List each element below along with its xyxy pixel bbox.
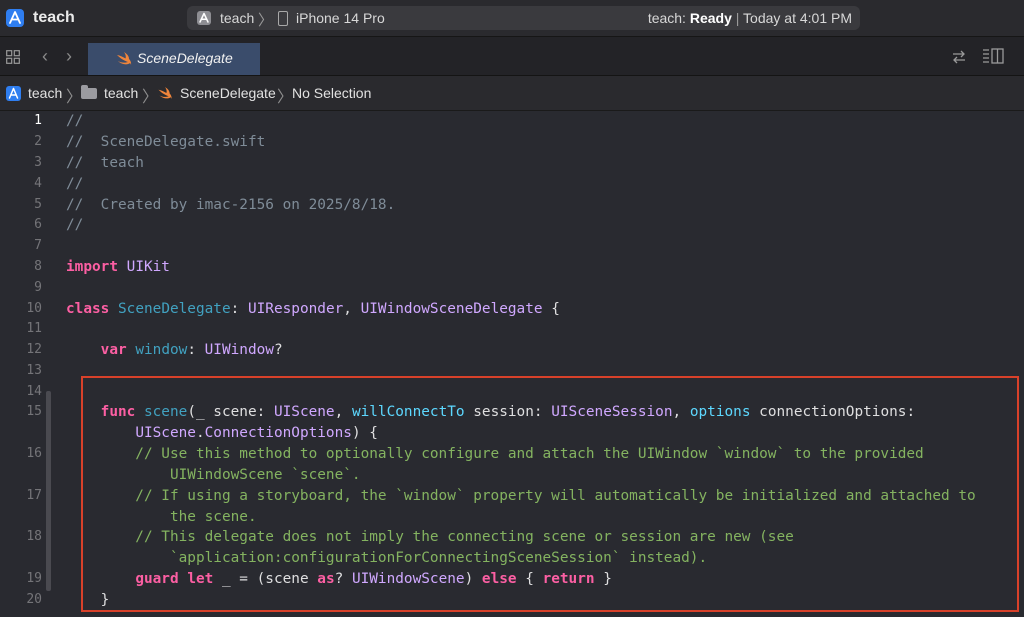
editor-options-icon[interactable] (982, 48, 1004, 64)
line-number: 14 (26, 384, 42, 399)
code-text[interactable]: UIWindowScene `scene`. (66, 465, 361, 485)
code-line[interactable]: 3 // teach (0, 153, 1024, 173)
split-swap-icon[interactable] (951, 50, 967, 64)
code-text[interactable]: import UIKit (66, 257, 170, 277)
code-line[interactable]: 5 // Created by imac-2156 on 2025/8/18. (0, 195, 1024, 215)
jump-bar-file[interactable]: SceneDelegate (180, 85, 276, 101)
code-line[interactable]: 11 (0, 319, 1024, 339)
code-text[interactable]: } (66, 590, 110, 610)
status-project: teach: (647, 10, 690, 26)
chevron-right-icon: 〉 (277, 89, 294, 106)
folder-icon (81, 85, 97, 99)
jump-bar-project[interactable]: teach (28, 85, 62, 101)
line-number: 15 (26, 404, 42, 419)
tab-label: SceneDelegate (137, 50, 233, 66)
source-editor[interactable]: 1 // 2 // SceneDelegate.swift 3 // teach 4 // 5 /… (0, 111, 1024, 617)
status-time: Today at 4:01 PM (743, 10, 852, 26)
code-line[interactable]: 19 guard let _ = (scene as? UIWindowScen… (0, 569, 1024, 589)
line-number: 6 (34, 217, 42, 232)
navigate-forward-button[interactable]: › (66, 46, 72, 67)
swift-file-icon (117, 52, 132, 65)
code-text[interactable]: UIScene.ConnectionOptions) { (66, 423, 378, 443)
line-number: 10 (26, 301, 42, 316)
code-line[interactable]: 8 import UIKit (0, 257, 1024, 277)
line-number: 7 (34, 238, 42, 253)
activity-status: teach: Ready | Today at 4:01 PM (648, 10, 852, 26)
line-number: 12 (26, 342, 42, 357)
code-line[interactable]: the scene. (0, 507, 1024, 527)
line-number: 13 (26, 363, 42, 378)
code-line[interactable]: UIWindowScene `scene`. (0, 465, 1024, 485)
line-number: 18 (26, 529, 42, 544)
code-text[interactable]: func scene(_ scene: UIScene, willConnect… (66, 402, 915, 422)
line-number: 20 (26, 592, 42, 607)
code-line[interactable]: 20 } (0, 590, 1024, 610)
run-destination[interactable]: iPhone 14 Pro (296, 10, 385, 26)
scheme-selector[interactable]: teach 〉 iPhone 14 Pro teach: Ready | Tod… (187, 6, 860, 30)
related-items-grid-icon[interactable] (6, 50, 20, 64)
code-text[interactable]: // teach (66, 153, 144, 173)
code-line[interactable]: 17 // If using a storyboard, the `window… (0, 486, 1024, 506)
code-text[interactable]: // Use this method to optionally configu… (66, 444, 923, 464)
editor-tab-bar: ‹ › SceneDelegate (0, 37, 1024, 76)
window-titlebar: teach teach 〉 iPhone 14 Pro teach: Ready… (0, 0, 1024, 37)
navigate-back-button[interactable]: ‹ (42, 46, 48, 67)
code-line[interactable]: 2 // SceneDelegate.swift (0, 132, 1024, 152)
line-number: 3 (34, 155, 42, 170)
code-line[interactable]: UIScene.ConnectionOptions) { (0, 423, 1024, 443)
code-line[interactable]: 13 (0, 361, 1024, 381)
code-text[interactable]: // This delegate does not imply the conn… (66, 527, 793, 547)
line-number: 1 (34, 113, 42, 128)
code-text[interactable]: var window: UIWindow? (66, 340, 283, 360)
code-text[interactable]: `application:configurationForConnectingS… (66, 548, 707, 568)
code-line[interactable]: 10 class SceneDelegate: UIResponder, UIWi… (0, 299, 1024, 319)
status-divider: | (731, 10, 744, 26)
jump-bar-symbol[interactable]: No Selection (292, 85, 371, 101)
code-line[interactable]: 9 (0, 278, 1024, 298)
code-text[interactable]: // SceneDelegate.swift (66, 132, 265, 152)
code-line[interactable]: 6 // (0, 215, 1024, 235)
line-number: 19 (26, 571, 42, 586)
line-number: 9 (34, 280, 42, 295)
code-text[interactable]: class SceneDelegate: UIResponder, UIWind… (66, 299, 560, 319)
line-number: 16 (26, 446, 42, 461)
code-text[interactable]: // If using a storyboard, the `window` p… (66, 486, 975, 506)
tab-scenedelegate[interactable]: SceneDelegate (88, 43, 260, 75)
code-text[interactable]: guard let _ = (scene as? UIWindowScene) … (66, 569, 612, 589)
line-number: 17 (26, 488, 42, 503)
code-line[interactable]: 12 var window: UIWindow? (0, 340, 1024, 360)
code-line[interactable]: 14 (0, 382, 1024, 402)
jump-bar: teach 〉 teach 〉 SceneDelegate 〉 No Selec… (0, 76, 1024, 111)
chevron-right-icon: 〉 (258, 12, 274, 29)
code-line[interactable]: `application:configurationForConnectingS… (0, 548, 1024, 568)
chevron-right-icon: 〉 (66, 89, 83, 106)
code-text[interactable]: // Created by imac-2156 on 2025/8/18. (66, 195, 395, 215)
code-line[interactable]: 18 // This delegate does not imply the c… (0, 527, 1024, 547)
jump-bar-group[interactable]: teach (104, 85, 138, 101)
line-number: 4 (34, 176, 42, 191)
code-text[interactable]: // (66, 215, 83, 235)
code-text[interactable]: // (66, 111, 83, 131)
scheme-name[interactable]: teach (220, 10, 254, 26)
code-line[interactable]: 15 func scene(_ scene: UIScene, willConn… (0, 402, 1024, 422)
swift-file-icon (158, 87, 172, 100)
window-title: teach (33, 9, 75, 26)
chevron-right-icon: 〉 (142, 89, 159, 106)
scheme-app-icon (197, 11, 211, 25)
line-number: 5 (34, 197, 42, 212)
code-line[interactable]: 16 // Use this method to optionally conf… (0, 444, 1024, 464)
iphone-icon (278, 11, 288, 26)
line-number: 8 (34, 259, 42, 274)
line-number: 2 (34, 134, 42, 149)
line-number: 11 (26, 321, 42, 336)
status-state: Ready (689, 10, 732, 26)
code-line[interactable]: 7 (0, 236, 1024, 256)
code-text[interactable]: the scene. (66, 507, 257, 527)
xcode-project-icon (6, 9, 24, 27)
project-icon (6, 86, 21, 101)
code-text[interactable]: // (66, 174, 83, 194)
code-line[interactable]: 4 // (0, 174, 1024, 194)
code-line[interactable]: 1 // (0, 111, 1024, 131)
